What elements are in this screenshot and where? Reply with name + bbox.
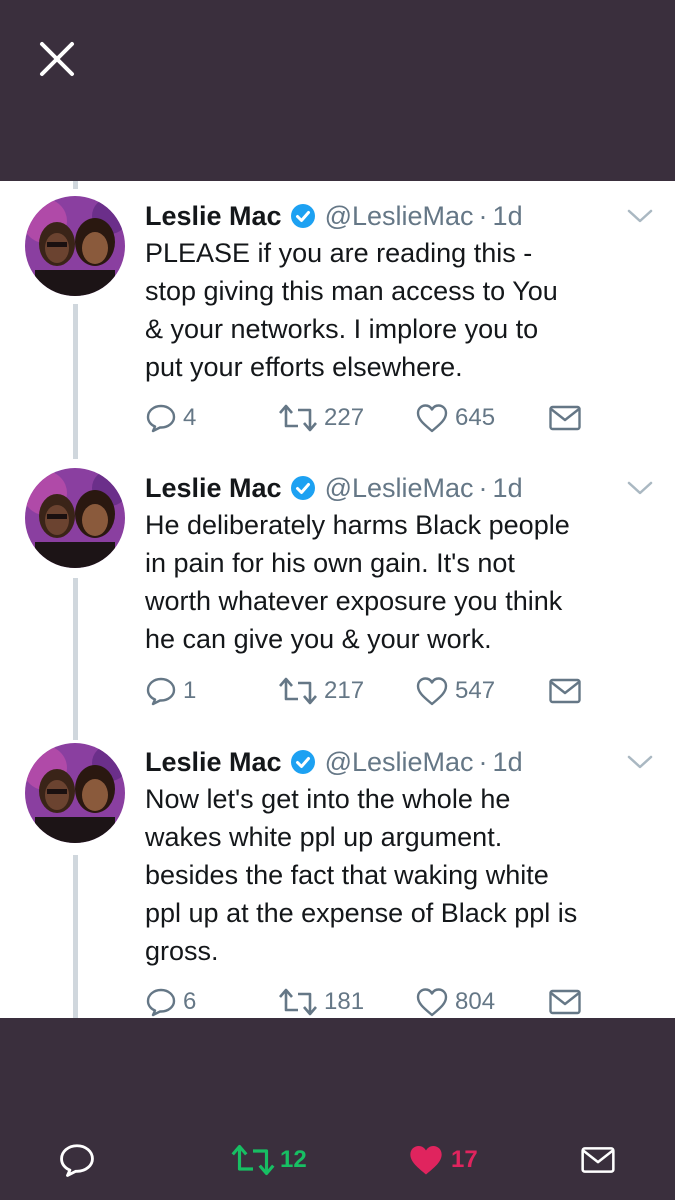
direct-message-button[interactable]	[548, 671, 588, 711]
close-button[interactable]	[38, 40, 76, 78]
like-count: 547	[455, 677, 496, 704]
timestamp[interactable]: 1d	[493, 473, 523, 504]
tweet[interactable]: Leslie Mac @LeslieMac · 1d He deliberate…	[0, 468, 675, 740]
handle[interactable]: @LeslieMac	[325, 201, 474, 232]
retweet-icon	[279, 404, 317, 432]
reply-icon	[60, 1144, 94, 1177]
more-options-button[interactable]	[626, 478, 654, 498]
tweet-actions: 4 227 645	[145, 398, 655, 438]
thread-line	[73, 181, 78, 189]
tweet[interactable]: Leslie Mac @LeslieMac · 1d PLEASE if you…	[0, 196, 675, 459]
chevron-down-icon	[627, 755, 653, 769]
verified-badge-icon	[290, 203, 316, 229]
handle[interactable]: @LeslieMac	[325, 473, 474, 504]
bottom-direct-message-button[interactable]	[580, 1130, 616, 1190]
bottom-retweet-button[interactable]: 12	[230, 1130, 307, 1190]
heart-icon	[416, 677, 448, 706]
thread-line	[73, 304, 78, 459]
verified-badge-icon	[290, 475, 316, 501]
bottom-like-count: 17	[451, 1146, 478, 1173]
like-count: 645	[455, 404, 496, 431]
retweet-button[interactable]: 217	[278, 671, 364, 711]
like-button[interactable]: 547	[415, 671, 495, 711]
tweet-text: PLEASE if you are reading this - stop gi…	[145, 238, 558, 382]
tweet-header: Leslie Mac @LeslieMac · 1d	[145, 196, 523, 236]
retweet-icon	[279, 988, 317, 1016]
tweet-header: Leslie Mac @LeslieMac · 1d	[145, 742, 523, 782]
chevron-down-icon	[627, 209, 653, 223]
retweet-count: 181	[324, 988, 365, 1015]
tweet-header: Leslie Mac @LeslieMac · 1d	[145, 468, 523, 508]
bottom-retweet-count: 12	[280, 1146, 307, 1173]
tweet-text: He deliberately harms Black people in pa…	[145, 510, 570, 654]
bottom-reply-button[interactable]	[58, 1130, 96, 1190]
avatar[interactable]	[25, 468, 125, 568]
like-count: 804	[455, 988, 496, 1015]
reply-count: 1	[183, 677, 197, 704]
direct-message-button[interactable]	[548, 398, 588, 438]
tweet-thread: Leslie Mac @LeslieMac · 1d PLEASE if you…	[0, 181, 675, 1018]
reply-icon	[146, 988, 176, 1017]
tweet-actions: 6 181 804	[145, 982, 655, 1018]
display-name[interactable]: Leslie Mac	[145, 747, 282, 778]
direct-message-button[interactable]	[548, 982, 588, 1018]
handle[interactable]: @LeslieMac	[325, 747, 474, 778]
retweet-icon	[231, 1144, 275, 1176]
retweet-button[interactable]: 227	[278, 398, 364, 438]
reply-count: 4	[183, 404, 197, 431]
separator: ·	[478, 746, 488, 777]
more-options-button[interactable]	[626, 752, 654, 772]
tweet-text: Now let's get into the whole he wakes wh…	[145, 784, 578, 966]
envelope-icon	[581, 1147, 615, 1173]
retweet-count: 227	[324, 404, 365, 431]
reply-button[interactable]: 1	[145, 671, 196, 711]
thread-line	[73, 855, 78, 1018]
reply-count: 6	[183, 988, 197, 1015]
display-name[interactable]: Leslie Mac	[145, 473, 282, 504]
close-icon	[40, 42, 74, 76]
envelope-icon	[549, 405, 581, 431]
retweet-icon	[279, 677, 317, 705]
heart-icon	[416, 988, 448, 1017]
tweet[interactable]: Leslie Mac @LeslieMac · 1d Now let's get…	[0, 740, 675, 1018]
verified-badge-icon	[290, 749, 316, 775]
like-button[interactable]: 804	[415, 982, 495, 1018]
avatar[interactable]	[25, 196, 125, 296]
separator: ·	[478, 200, 488, 231]
more-options-button[interactable]	[626, 206, 654, 226]
chevron-down-icon	[627, 481, 653, 495]
bottom-action-bar: 12 17	[0, 1130, 675, 1190]
avatar[interactable]	[25, 743, 125, 843]
timestamp[interactable]: 1d	[493, 201, 523, 232]
separator: ·	[478, 472, 488, 503]
like-button[interactable]: 645	[415, 398, 495, 438]
tweet-actions: 1 217 547	[145, 671, 655, 711]
retweet-count: 217	[324, 677, 365, 704]
envelope-icon	[549, 989, 581, 1015]
reply-button[interactable]: 6	[145, 982, 196, 1018]
retweet-button[interactable]: 181	[278, 982, 364, 1018]
heart-icon	[410, 1146, 442, 1175]
bottom-like-button[interactable]: 17	[407, 1130, 478, 1190]
heart-icon	[416, 404, 448, 433]
thread-line	[73, 578, 78, 740]
reply-icon	[146, 677, 176, 706]
display-name[interactable]: Leslie Mac	[145, 201, 282, 232]
timestamp[interactable]: 1d	[493, 747, 523, 778]
envelope-icon	[549, 678, 581, 704]
reply-icon	[146, 404, 176, 433]
reply-button[interactable]: 4	[145, 398, 196, 438]
